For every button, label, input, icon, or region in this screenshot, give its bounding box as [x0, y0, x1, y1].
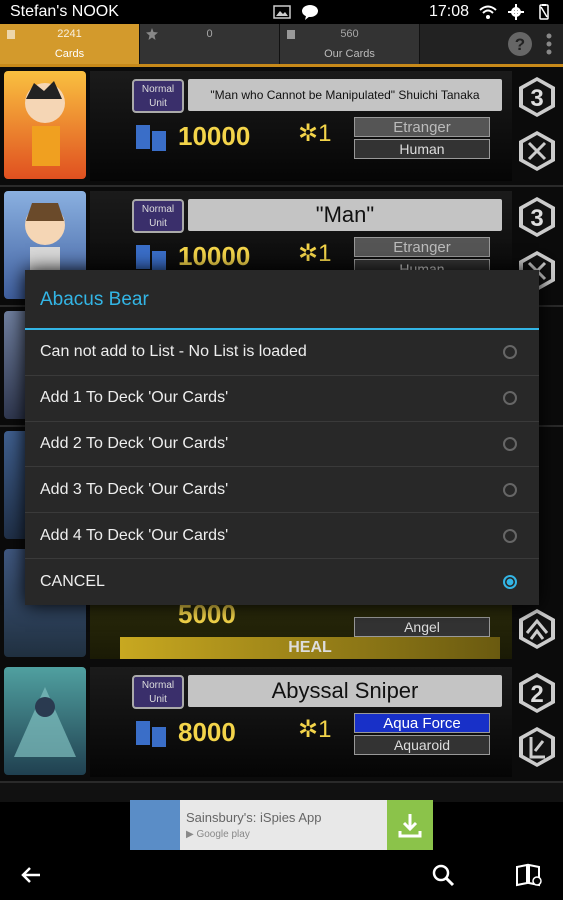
tab-count: 0 [206, 28, 213, 40]
card-name: "Man who Cannot be Manipulated" Shuichi … [188, 79, 502, 111]
card-info-panel: Normal Unit "Man who Cannot be Manipulat… [90, 71, 512, 181]
card-race: Aquaroid [354, 735, 490, 755]
dialog-option-cancel[interactable]: CANCEL [25, 559, 539, 605]
tab-our-cards[interactable]: 560 Our Cards [280, 24, 420, 64]
card-clan: Etranger [354, 117, 490, 137]
card-name: Abyssal Sniper [188, 675, 502, 707]
card-name: "Man" [188, 199, 502, 231]
ad-store-label: ▶ Google play [186, 829, 250, 840]
grade-badge-icon: 3 [519, 77, 555, 117]
battery-icon [539, 4, 549, 20]
card-row[interactable]: Normal Unit "Man who Cannot be Manipulat… [0, 67, 563, 187]
card-critical: ✲1 [298, 120, 332, 147]
card-row[interactable]: Normal Unit Abyssal Sniper 8000 ✲1 Aqua … [0, 663, 563, 783]
clock: 17:08 [428, 3, 469, 20]
ad-app-logo [130, 800, 180, 850]
add-to-deck-dialog: Abacus Bear Can not add to List - No Lis… [25, 270, 539, 605]
shield-power-icon [136, 125, 166, 151]
image-notification-icon [273, 5, 291, 19]
wifi-icon [479, 5, 497, 19]
radio-button[interactable] [503, 436, 517, 451]
ad-title: Sainsbury's: iSpies App [186, 810, 322, 825]
tab-label: Our Cards [324, 48, 375, 60]
card-critical: ✲1 [298, 240, 332, 267]
tab-count: 560 [340, 28, 359, 40]
dialog-option-add-4[interactable]: Add 4 To Deck 'Our Cards' [25, 513, 539, 559]
library-book-icon[interactable] [515, 863, 543, 887]
dialog-option-add-3[interactable]: Add 3 To Deck 'Our Cards' [25, 467, 539, 514]
ad-text: Sainsbury's: iSpies App ▶ Google play [180, 810, 387, 840]
card-clan: Aqua Force [354, 713, 490, 733]
dialog-option-add-2[interactable]: Add 2 To Deck 'Our Cards' [25, 422, 539, 468]
dialog-title: Abacus Bear [25, 270, 539, 330]
option-label: CANCEL [40, 572, 105, 590]
option-label: Can not add to List - No List is loaded [40, 343, 307, 361]
svg-text:?: ? [515, 35, 525, 54]
critical-value: 1 [318, 716, 332, 743]
grade-badge-icon: 3 [519, 197, 555, 237]
option-label: Add 4 To Deck 'Our Cards' [40, 526, 229, 544]
tab-label: Cards [54, 48, 85, 60]
radio-button[interactable] [503, 528, 517, 543]
card-power: 10000 [178, 121, 251, 151]
nav-right-actions [431, 863, 543, 887]
help-icon[interactable]: ? [507, 31, 533, 57]
search-icon[interactable] [431, 863, 455, 887]
unit-type-tag: Normal Unit [132, 675, 184, 709]
critical-value: 1 [318, 120, 332, 147]
unit-type-tag: Normal Unit [132, 79, 184, 113]
option-label: Add 1 To Deck 'Our Cards' [40, 389, 229, 407]
radio-button[interactable] [503, 345, 517, 360]
tab-bar: 2241 Cards 0 560 Our Cards ? [0, 24, 563, 64]
card-info-panel: Normal Unit Abyssal Sniper 8000 ✲1 Aqua … [90, 667, 512, 777]
card-critical: ✲1 [298, 716, 332, 743]
card-clan: Etranger [354, 237, 490, 257]
card-race: Human [354, 139, 490, 159]
trigger-banner: HEAL [120, 637, 500, 659]
card-power: 10000 [178, 241, 251, 271]
status-icons: 17:08 [273, 3, 553, 21]
download-icon[interactable] [387, 800, 433, 850]
radio-button[interactable] [503, 391, 517, 406]
radio-button-selected[interactable] [503, 574, 517, 589]
twin-drive-skill-icon [519, 131, 555, 171]
card-thumbnail [4, 71, 86, 179]
card-power: 8000 [178, 717, 236, 747]
unit-type-tag: Normal Unit [132, 199, 184, 233]
chat-notification-icon [301, 5, 318, 20]
option-label: Add 2 To Deck 'Our Cards' [40, 434, 229, 452]
grade-value: 2 [530, 681, 543, 708]
shield-power-icon [136, 721, 166, 747]
back-arrow-icon[interactable] [20, 864, 42, 886]
toolbar-actions: ? [507, 24, 563, 64]
grade-badge-icon: 2 [519, 673, 555, 713]
tab-favorites[interactable]: 0 [140, 24, 280, 64]
device-name: Stefan's NOOK [10, 3, 119, 20]
radio-button[interactable] [503, 482, 517, 497]
option-label: Add 3 To Deck 'Our Cards' [40, 480, 229, 498]
dialog-option-no-list[interactable]: Can not add to List - No List is loaded [25, 330, 539, 376]
grade-value: 3 [530, 205, 543, 232]
ad-banner[interactable]: Sainsbury's: iSpies App ▶ Google play [130, 800, 433, 850]
status-bar: Stefan's NOOK 17:08 [0, 0, 563, 24]
critical-value: 1 [318, 240, 332, 267]
heal-trigger-icon [519, 609, 555, 649]
card-thumbnail [4, 667, 86, 775]
intercept-skill-icon [519, 727, 555, 767]
dialog-option-add-1[interactable]: Add 1 To Deck 'Our Cards' [25, 376, 539, 422]
tab-count: 2241 [57, 28, 82, 40]
settings-gear-icon [508, 4, 524, 20]
tab-cards[interactable]: 2241 Cards [0, 24, 140, 64]
overflow-menu-icon[interactable] [545, 32, 553, 56]
grade-value: 3 [530, 85, 543, 112]
card-race: Angel [354, 617, 490, 637]
bottom-nav-bar [0, 850, 563, 900]
